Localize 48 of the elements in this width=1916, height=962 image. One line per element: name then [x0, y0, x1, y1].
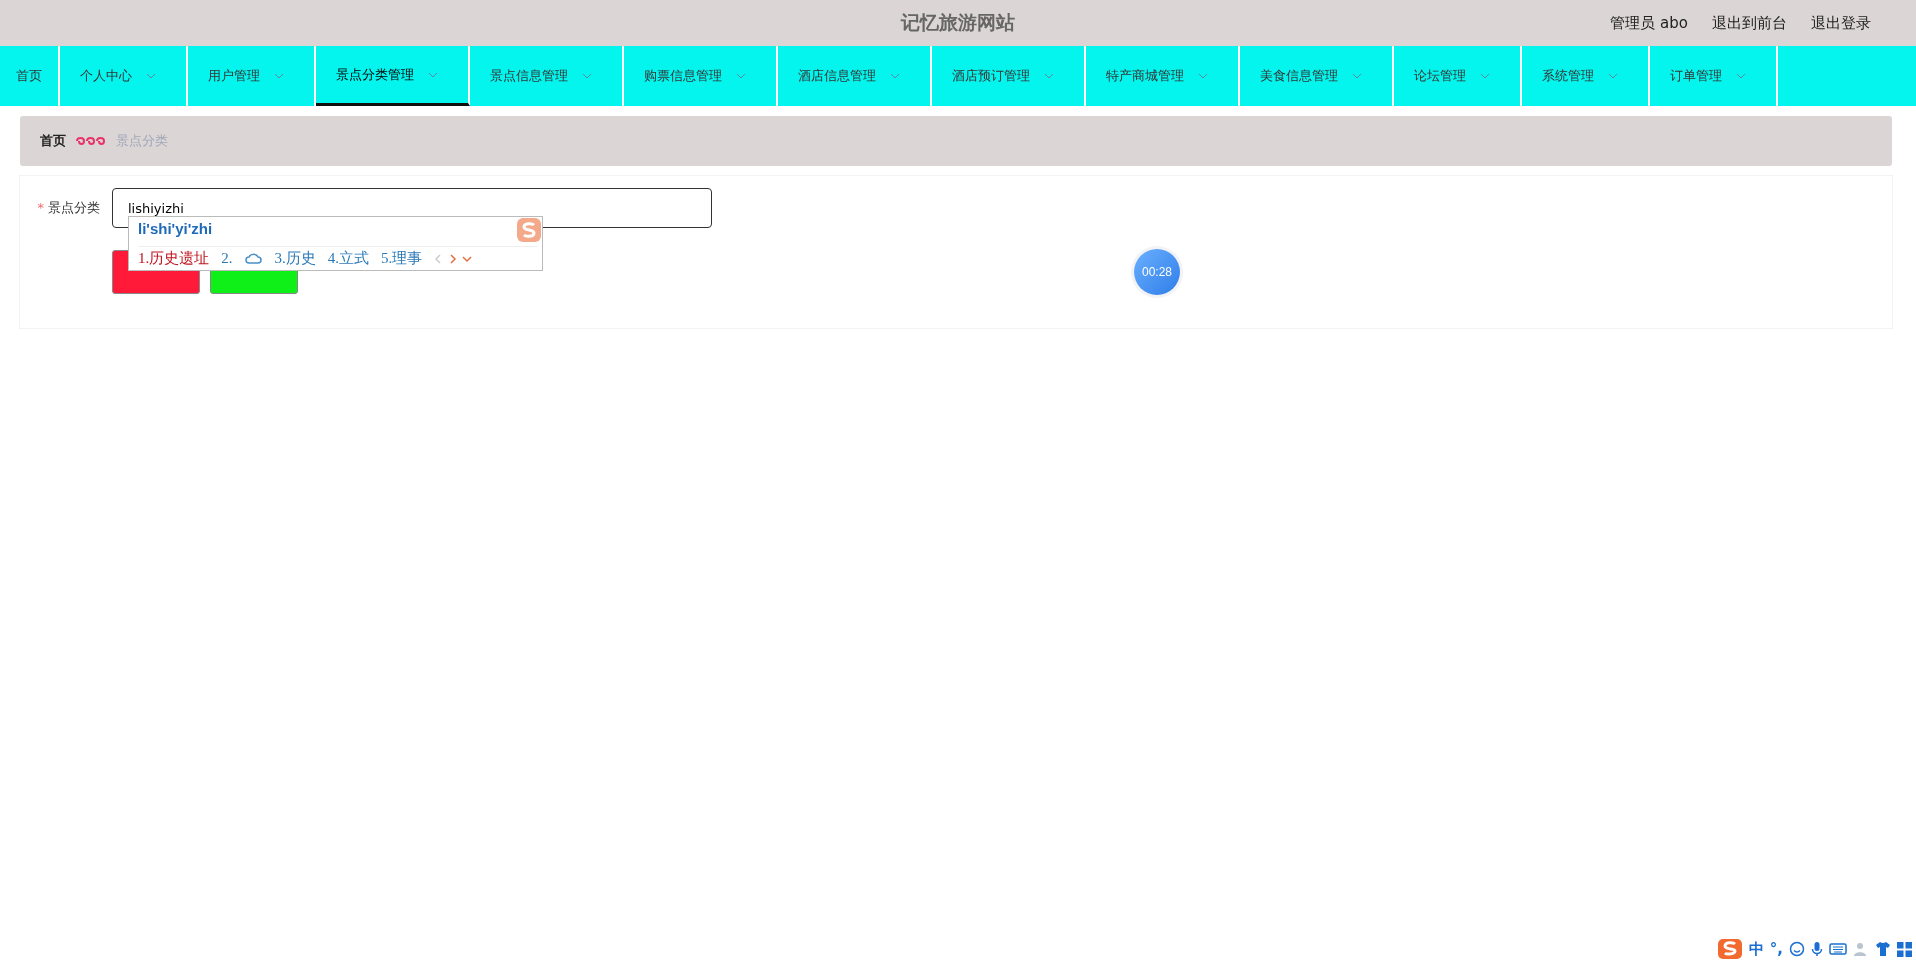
chevron-down-icon — [1736, 73, 1746, 79]
ime-toolbar-text[interactable]: 中 — [1748, 939, 1764, 959]
required-mark: * — [37, 200, 44, 215]
nav-tab[interactable]: 酒店预订管理 — [932, 46, 1086, 106]
microphone-icon[interactable] — [1811, 941, 1823, 957]
chevron-down-icon — [274, 73, 284, 79]
nav-tab[interactable]: 景点分类管理 — [316, 46, 470, 106]
ime-candidate[interactable]: 2. — [221, 250, 233, 267]
chevron-down-icon — [582, 73, 592, 79]
nav-tab[interactable]: 购票信息管理 — [624, 46, 778, 106]
site-title: 记忆旅游网站 — [901, 10, 1015, 35]
chevron-down-icon — [736, 73, 746, 79]
nav-tab[interactable]: 个人中心 — [60, 46, 188, 106]
shirt-icon[interactable] — [1875, 941, 1891, 957]
ime-candidate[interactable]: 1.历史遗址 — [138, 249, 210, 268]
chevron-down-icon — [1480, 73, 1490, 79]
cloud-icon — [244, 252, 263, 265]
breadcrumb-link[interactable]: 首页 — [40, 132, 66, 150]
nav-tab[interactable]: 首页 — [0, 46, 60, 106]
nav-tab[interactable]: 订单管理 — [1650, 46, 1778, 106]
chevron-down-icon — [890, 73, 900, 79]
chevron-down-icon — [428, 71, 438, 78]
chevron-down-icon — [1608, 73, 1618, 79]
ime-candidate[interactable]: 3.历史 — [274, 249, 316, 268]
nav-tab[interactable]: 景点信息管理 — [470, 46, 624, 106]
chevron-down-icon — [1044, 73, 1054, 79]
nav-tab[interactable]: 酒店信息管理 — [778, 46, 932, 106]
header-link[interactable]: 退出登录 — [1811, 13, 1871, 33]
ime-logo-icon[interactable] — [1716, 938, 1743, 960]
nav-tab[interactable]: 特产商城管理 — [1086, 46, 1240, 106]
nav-tab[interactable]: 论坛管理 — [1394, 46, 1522, 106]
swirl-separator-icon — [76, 136, 106, 146]
timer-badge: 00:28 — [1134, 249, 1180, 295]
nav-tab[interactable]: 美食信息管理 — [1240, 46, 1394, 106]
keyboard-icon[interactable] — [1829, 942, 1847, 956]
chevron-down-icon — [1352, 73, 1362, 79]
nav-tab[interactable]: 用户管理 — [188, 46, 316, 106]
grid-icon[interactable] — [1897, 941, 1912, 957]
smiley-icon[interactable] — [1789, 941, 1805, 957]
nav-tab[interactable]: 系统管理 — [1522, 46, 1650, 106]
chevron-down-icon — [1198, 73, 1208, 79]
field-label-text: 景点分类 — [48, 200, 100, 215]
ime-toolbar-text[interactable]: °, — [1769, 940, 1783, 958]
header-link[interactable]: 管理员 abo — [1610, 13, 1688, 33]
header-link[interactable]: 退出到前台 — [1712, 13, 1787, 33]
ime-candidate[interactable]: 4.立式 — [327, 249, 369, 268]
ime-candidate[interactable]: 5.理事 — [381, 249, 423, 268]
chevron-down-icon — [146, 73, 156, 79]
